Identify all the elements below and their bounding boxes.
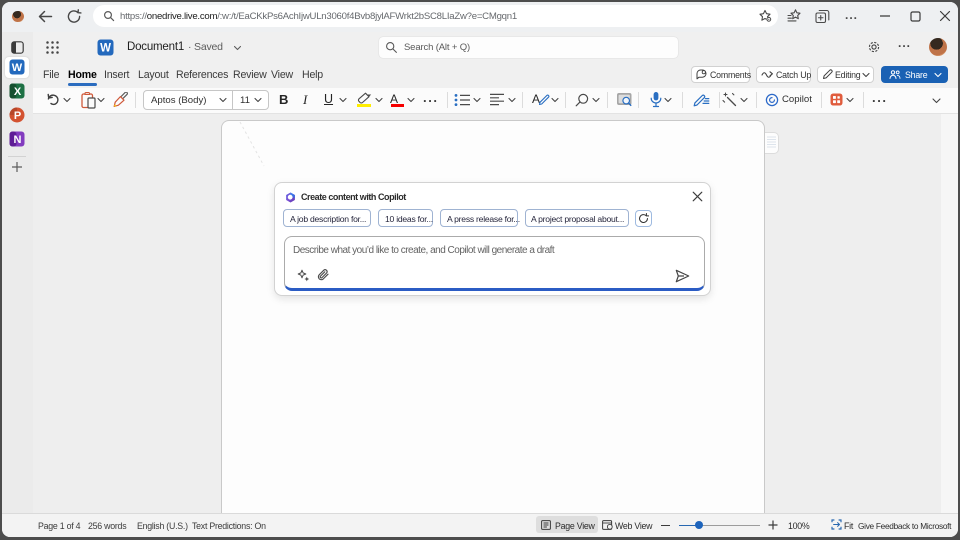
svg-text:X: X <box>14 86 22 98</box>
svg-text:W: W <box>12 62 23 74</box>
svg-text:N: N <box>14 134 22 146</box>
svg-text:P: P <box>14 110 21 122</box>
svg-text:W: W <box>100 43 111 55</box>
